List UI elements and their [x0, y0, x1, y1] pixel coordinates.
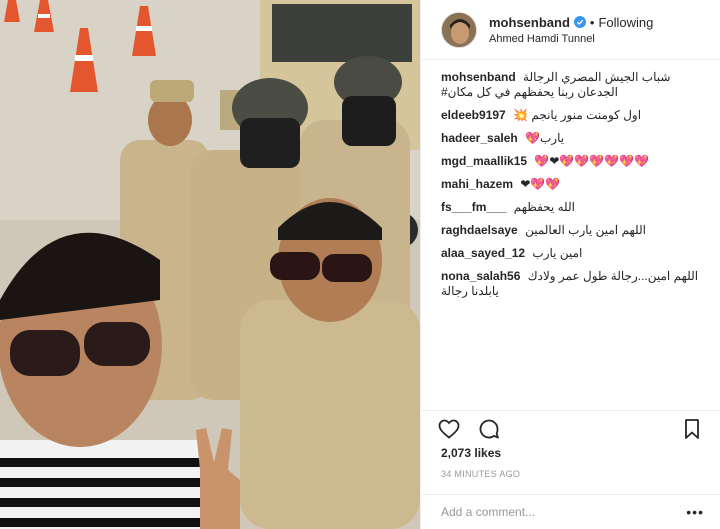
comment-text: الله يحفظهم: [513, 200, 575, 214]
comment-text: ❤💖💖: [520, 177, 561, 191]
post-photo-illustration: [0, 0, 420, 529]
comment-text: اول كومنت منور يانجم 💥: [513, 108, 642, 122]
comment-text: اللهم امين يارب العالمين: [525, 223, 646, 237]
heart-icon[interactable]: [437, 417, 461, 441]
likes-count[interactable]: 2,073 likes: [441, 446, 501, 460]
comment-item: raghdaelsaye اللهم امين يارب العالمين: [441, 223, 708, 238]
location-link[interactable]: Ahmed Hamdi Tunnel: [489, 33, 653, 45]
instagram-post-view: mohsenband • Following Ahmed Hamdi Tunne…: [0, 0, 720, 529]
comment-item: fs___fm___ الله يحفظهم: [441, 200, 708, 215]
header-text: mohsenband • Following Ahmed Hamdi Tunne…: [489, 15, 653, 45]
following-button[interactable]: Following: [598, 15, 653, 30]
bookmark-icon[interactable]: [680, 417, 704, 441]
post-header: mohsenband • Following Ahmed Hamdi Tunne…: [421, 0, 720, 60]
comment-item: alaa_sayed_12 امين يارب: [441, 246, 708, 261]
comment-username[interactable]: raghdaelsaye: [441, 223, 518, 237]
comments-list: mohsenband شباب الجيش المصري الرجالة الج…: [441, 70, 708, 400]
post-photo[interactable]: [0, 0, 420, 529]
verified-badge-icon: [573, 16, 586, 28]
comment-text: 💖❤💖💖💖💖💖💖: [534, 154, 650, 168]
more-options-icon[interactable]: •••: [686, 504, 704, 520]
comment-item: nona_salah56 اللهم امين...رجالة طول عمر …: [441, 269, 708, 299]
post-details-panel: mohsenband • Following Ahmed Hamdi Tunne…: [420, 0, 720, 529]
action-bar: [421, 410, 720, 446]
comment-username[interactable]: nona_salah56: [441, 269, 520, 283]
caption: mohsenband شباب الجيش المصري الرجالة الج…: [441, 70, 708, 100]
comment-icon[interactable]: [477, 417, 501, 441]
avatar[interactable]: [441, 11, 477, 48]
comment-username[interactable]: mgd_maallik15: [441, 154, 527, 168]
comment-item: hadeer_saleh يارب💖: [441, 131, 708, 146]
comment-text: يارب💖: [525, 131, 565, 145]
post-timestamp[interactable]: 34 MINUTES AGO: [441, 469, 520, 479]
caption-username[interactable]: mohsenband: [441, 70, 516, 84]
separator-dot: •: [589, 14, 595, 30]
header-row: mohsenband • Following: [489, 15, 653, 30]
comment-item: mahi_hazem ❤💖💖: [441, 177, 708, 192]
comment-username[interactable]: eldeeb9197: [441, 108, 506, 122]
comment-username[interactable]: hadeer_saleh: [441, 131, 518, 145]
comment-text: امين يارب: [532, 246, 583, 260]
comment-username[interactable]: alaa_sayed_12: [441, 246, 525, 260]
username-link[interactable]: mohsenband: [489, 15, 570, 30]
comment-item: mgd_maallik15 💖❤💖💖💖💖💖💖: [441, 154, 708, 169]
comment-username[interactable]: mahi_hazem: [441, 177, 513, 191]
add-comment-bar: •••: [421, 494, 720, 529]
add-comment-input[interactable]: [441, 505, 687, 519]
comment-item: eldeeb9197 اول كومنت منور يانجم 💥: [441, 108, 708, 123]
comment-username[interactable]: fs___fm___: [441, 200, 506, 214]
avatar-image: [442, 12, 476, 47]
